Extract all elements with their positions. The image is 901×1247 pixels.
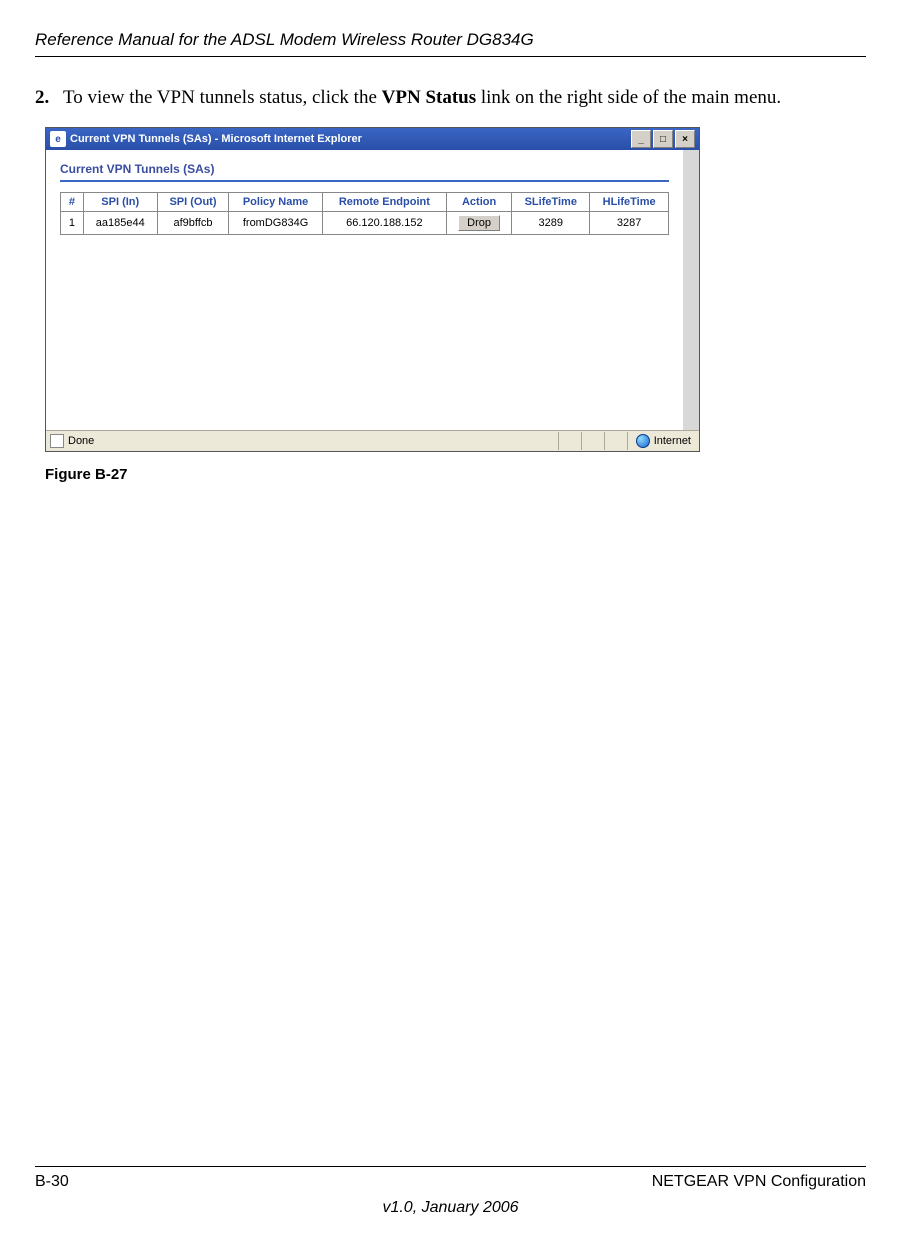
status-cell — [558, 432, 581, 450]
col-remote: Remote Endpoint — [322, 193, 446, 212]
step-post: link on the right side of the main menu. — [476, 87, 781, 108]
page-footer: B-30 NETGEAR VPN Configuration v1.0, Jan… — [35, 1158, 866, 1217]
col-action: Action — [446, 193, 511, 212]
col-spi-out: SPI (Out) — [157, 193, 229, 212]
step-pre: To view the VPN tunnels status, click th… — [63, 87, 382, 108]
ie-icon: e — [50, 131, 66, 147]
status-cells — [558, 432, 627, 450]
footer-right: NETGEAR VPN Configuration — [652, 1173, 866, 1191]
vpn-tunnels-table: # SPI (In) SPI (Out) Policy Name Remote … — [60, 192, 669, 235]
status-text-left: Done — [68, 435, 94, 447]
table-row: 1 aa185e44 af9bffcb fromDG834G 66.120.18… — [61, 212, 669, 235]
status-right: Internet — [627, 432, 699, 450]
system-buttons: _ □ × — [631, 130, 695, 148]
table-header-row: # SPI (In) SPI (Out) Policy Name Remote … — [61, 193, 669, 212]
figure-caption: Figure B-27 — [45, 466, 866, 483]
close-button[interactable]: × — [675, 130, 695, 148]
step-bold: VPN Status — [382, 87, 476, 108]
footer-rule — [35, 1166, 866, 1167]
status-left: Done — [46, 434, 558, 448]
browser-content: Current VPN Tunnels (SAs) # SPI (In) SPI… — [46, 150, 699, 430]
cell-slife: 3289 — [512, 212, 590, 235]
window-title: Current VPN Tunnels (SAs) - Microsoft In… — [70, 133, 631, 145]
panel-divider — [60, 180, 669, 182]
col-num: # — [61, 193, 84, 212]
panel-title: Current VPN Tunnels (SAs) — [60, 162, 669, 176]
footer-version: v1.0, January 2006 — [35, 1199, 866, 1217]
done-icon — [50, 434, 64, 448]
status-cell — [581, 432, 604, 450]
step-text: To view the VPN tunnels status, click th… — [63, 87, 866, 109]
cell-policy: fromDG834G — [229, 212, 323, 235]
cell-hlife: 3287 — [590, 212, 669, 235]
col-spi-in: SPI (In) — [83, 193, 157, 212]
col-hlife: HLifeTime — [590, 193, 669, 212]
page-number: B-30 — [35, 1173, 69, 1191]
cell-action: Drop — [446, 212, 511, 235]
step-2: 2. To view the VPN tunnels status, click… — [35, 87, 866, 109]
col-policy: Policy Name — [229, 193, 323, 212]
status-bar: Done Internet — [46, 430, 699, 451]
window-titlebar: e Current VPN Tunnels (SAs) - Microsoft … — [46, 128, 699, 150]
browser-window: e Current VPN Tunnels (SAs) - Microsoft … — [45, 127, 700, 452]
status-cell — [604, 432, 627, 450]
col-slife: SLifeTime — [512, 193, 590, 212]
step-number: 2. — [35, 87, 63, 109]
minimize-button[interactable]: _ — [631, 130, 651, 148]
header-rule — [35, 56, 866, 57]
cell-spi-out: af9bffcb — [157, 212, 229, 235]
running-header: Reference Manual for the ADSL Modem Wire… — [35, 30, 866, 50]
maximize-button[interactable]: □ — [653, 130, 673, 148]
status-text-right: Internet — [654, 435, 691, 447]
cell-remote: 66.120.188.152 — [322, 212, 446, 235]
cell-spi-in: aa185e44 — [83, 212, 157, 235]
cell-num: 1 — [61, 212, 84, 235]
globe-icon — [636, 434, 650, 448]
drop-button[interactable]: Drop — [458, 215, 500, 231]
